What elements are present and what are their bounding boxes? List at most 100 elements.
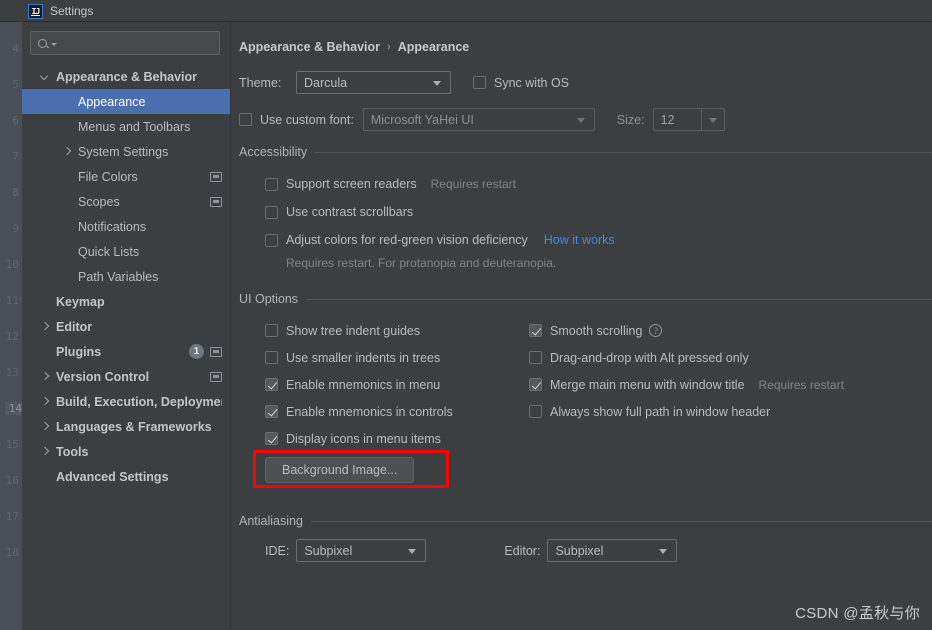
sidebar-item-path-variables[interactable]: Path Variables: [22, 264, 230, 289]
window-title: Settings: [50, 3, 94, 18]
editor-antialiasing-label: Editor:: [504, 543, 541, 558]
ui-option-enable-mnemonics-in-menu-checkbox[interactable]: Enable mnemonics in menu: [265, 378, 440, 392]
editor-antialiasing-select[interactable]: Subpixel: [547, 539, 678, 562]
sidebar-item-editor[interactable]: Editor: [22, 314, 230, 339]
chevron-right-icon[interactable]: [40, 322, 50, 332]
sidebar-item-appearance-behavior[interactable]: Appearance & Behavior: [22, 64, 230, 89]
sidebar-item-label: Path Variables: [78, 269, 159, 284]
chevron-down-icon: [408, 549, 417, 554]
accessibility-use-contrast-scrollbars-checkbox[interactable]: Use contrast scrollbars: [265, 205, 413, 219]
accessibility-adjust-colors-for-red-green-vision-deficiency-row: Adjust colors for red-green vision defic…: [265, 226, 932, 254]
gutter-line-number: 16: [5, 474, 19, 487]
accessibility-adjust-colors-for-red-green-vision-deficiency-checkbox[interactable]: Adjust colors for red-green vision defic…: [265, 233, 528, 247]
sidebar-item-label: File Colors: [78, 169, 138, 184]
chevron-right-icon[interactable]: [40, 447, 50, 457]
chevron-down-icon[interactable]: [40, 72, 50, 82]
ide-antialiasing-value: Subpixel: [304, 543, 353, 558]
ide-antialiasing-select[interactable]: Subpixel: [296, 539, 427, 562]
sidebar-search-wrapper: [22, 22, 230, 55]
breadcrumb-separator-icon: ›: [387, 41, 391, 53]
plugins-update-badge: 1: [189, 344, 204, 359]
sidebar-item-quick-lists[interactable]: Quick Lists: [22, 239, 230, 264]
ui-option-use-smaller-indents-in-trees-row: Use smaller indents in trees: [265, 344, 529, 371]
sidebar-item-system-settings[interactable]: System Settings: [22, 139, 230, 164]
sidebar-item-label: Editor: [56, 319, 93, 334]
theme-select-value: Darcula: [304, 75, 348, 90]
custom-font-select[interactable]: Microsoft YaHei UI: [362, 108, 595, 131]
chevron-down-icon[interactable]: [700, 109, 724, 130]
ui-option-enable-mnemonics-in-menu-row: Enable mnemonics in menu: [265, 371, 529, 398]
chevron-down-icon: [576, 118, 585, 123]
use-custom-font-checkbox[interactable]: Use custom font:: [239, 113, 354, 127]
editor-gutter-background: 3456789101112131415161718: [0, 0, 22, 630]
font-size-spinner[interactable]: 12: [652, 108, 725, 131]
help-icon[interactable]: ?: [649, 324, 663, 337]
accessibility-section-title: Accessibility: [239, 145, 308, 159]
chevron-right-icon[interactable]: [40, 422, 50, 432]
gutter-line-number: 12: [5, 330, 19, 343]
ui-options-right-column: Smooth scrolling? Drag-and-drop with Alt …: [529, 317, 932, 452]
chevron-right-icon[interactable]: [40, 397, 50, 407]
gutter-line-number: 14: [4, 402, 22, 415]
sidebar-item-label: Scopes: [78, 194, 120, 209]
sidebar-item-scopes[interactable]: Scopes: [22, 189, 230, 214]
section-divider: [306, 298, 932, 300]
accessibility-support-screen-readers-label: Support screen readers: [286, 177, 417, 191]
sync-with-os-checkbox[interactable]: Sync with OS: [473, 76, 569, 90]
sidebar-item-build-execution-deployment[interactable]: Build, Execution, Deployment: [22, 389, 230, 414]
chevron-right-icon[interactable]: [40, 372, 50, 382]
ui-option-enable-mnemonics-in-controls-checkbox[interactable]: Enable mnemonics in controls: [265, 405, 453, 419]
ui-option-display-icons-in-menu-items-checkbox[interactable]: Display icons in menu items: [265, 432, 441, 446]
ui-option-use-smaller-indents-in-trees-checkbox[interactable]: Use smaller indents in trees: [265, 351, 440, 365]
chevron-right-icon[interactable]: [62, 147, 72, 157]
use-custom-font-label: Use custom font:: [260, 112, 354, 127]
sidebar-item-label: Keymap: [56, 294, 105, 309]
sidebar-item-appearance[interactable]: Appearance: [22, 89, 230, 114]
theme-select[interactable]: Darcula: [296, 71, 451, 94]
sidebar-item-version-control[interactable]: Version Control: [22, 364, 230, 389]
gutter-line-number: 17: [5, 510, 19, 523]
ui-option-show-tree-indent-guides-checkbox[interactable]: Show tree indent guides: [265, 324, 420, 338]
background-image-button[interactable]: Background Image...: [265, 457, 415, 483]
chevron-down-icon: [659, 549, 668, 554]
ui-option-smooth-scrolling-checkbox[interactable]: Smooth scrolling: [529, 324, 642, 338]
breadcrumb-parent[interactable]: Appearance & Behavior: [239, 40, 380, 54]
gutter-line-number: 5: [12, 78, 19, 91]
sidebar-item-label: Build, Execution, Deployment: [56, 394, 222, 409]
sidebar-item-plugins[interactable]: Plugins 1: [22, 339, 230, 364]
antialiasing-section-header: Antialiasing: [239, 514, 932, 528]
sidebar-item-advanced-settings[interactable]: Advanced Settings: [22, 464, 230, 489]
ui-option-merge-main-menu-with-window-title-note: Requires restart: [758, 377, 844, 392]
ui-option-merge-main-menu-with-window-title-checkbox[interactable]: Merge main menu with window title: [529, 378, 745, 392]
gutter-line-number: 9: [12, 222, 19, 235]
checkbox-indicator: [529, 405, 542, 418]
sidebar-item-label: Notifications: [78, 219, 147, 234]
how-it-works-link[interactable]: How it works: [544, 233, 615, 247]
sidebar-item-keymap[interactable]: Keymap: [22, 289, 230, 314]
sidebar-item-tools[interactable]: Tools: [22, 439, 230, 464]
sidebar-item-file-colors[interactable]: File Colors: [22, 164, 230, 189]
checkbox-indicator: [265, 324, 278, 337]
ui-option-enable-mnemonics-in-menu-label: Enable mnemonics in menu: [286, 377, 441, 392]
gutter-line-number: 15: [5, 438, 19, 451]
sidebar-item-languages-frameworks[interactable]: Languages & Frameworks: [22, 414, 230, 439]
csdn-watermark: CSDN @孟秋与你: [795, 605, 920, 622]
sidebar-item-notifications[interactable]: Notifications: [22, 214, 230, 239]
chevron-down-icon: [51, 43, 57, 46]
ide-antialiasing-label: IDE:: [265, 543, 290, 558]
antialiasing-section-title: Antialiasing: [239, 514, 303, 528]
sidebar-item-menus-and-toolbars[interactable]: Menus and Toolbars: [22, 114, 230, 139]
settings-category-tree[interactable]: Appearance & Behavior Appearance Menus and…: [22, 64, 230, 489]
ui-option-always-show-full-path-in-window-header-checkbox[interactable]: Always show full path in window header: [529, 405, 770, 419]
gutter-line-number: 8: [12, 186, 19, 199]
checkbox-indicator: [265, 405, 278, 418]
ui-option-drag-and-drop-with-alt-pressed-only-checkbox[interactable]: Drag-and-drop with Alt pressed only: [529, 351, 749, 365]
sidebar-item-label: Appearance: [78, 94, 146, 109]
gutter-line-number: 10: [5, 258, 19, 271]
settings-search-box[interactable]: [30, 31, 220, 55]
accessibility-support-screen-readers-checkbox[interactable]: Support screen readers: [265, 177, 417, 191]
font-size-value: 12: [660, 112, 675, 127]
